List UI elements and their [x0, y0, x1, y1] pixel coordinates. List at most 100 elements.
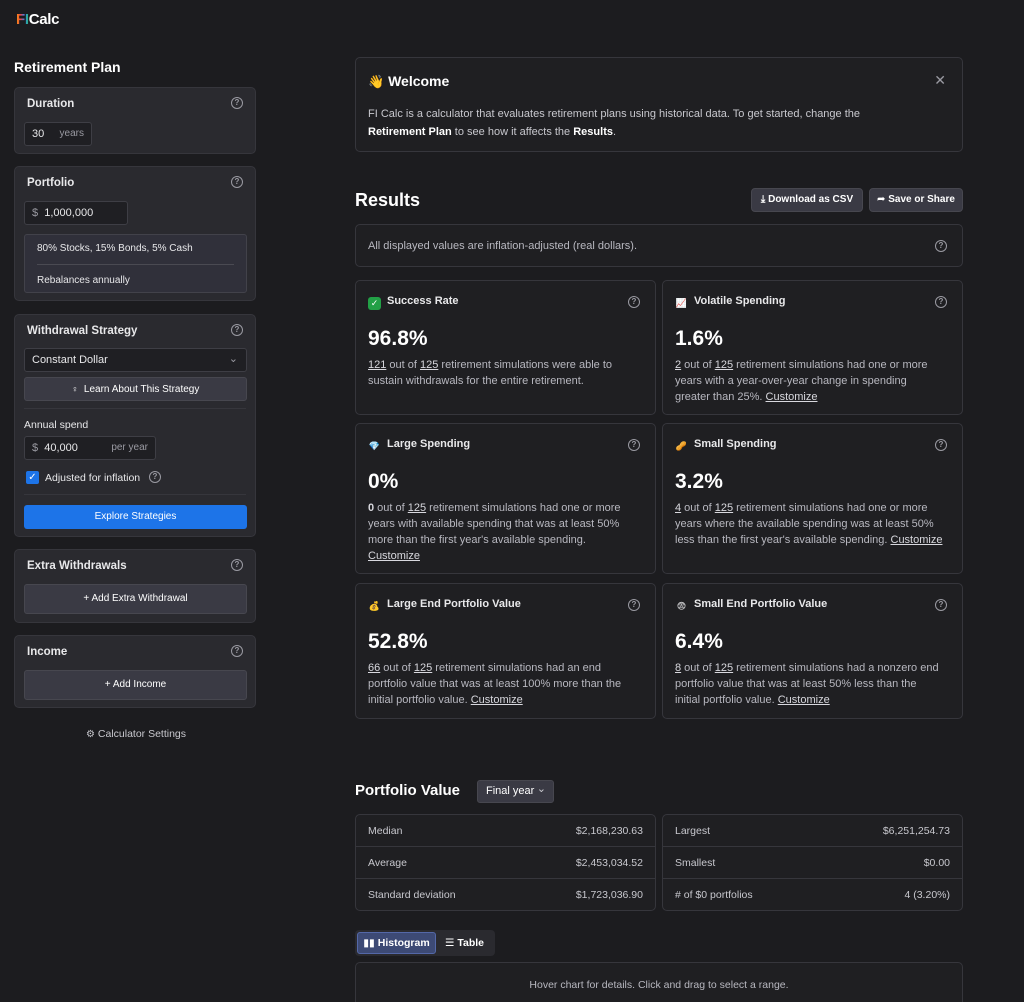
customize-link[interactable]: Customize	[891, 534, 943, 546]
year-select[interactable]: Final year ⌄	[477, 780, 554, 803]
logo-fi: FI	[16, 11, 29, 28]
allocation-box[interactable]: 80% Stocks, 15% Bonds, 5% Cash Rebalance…	[24, 234, 247, 293]
help-icon[interactable]: ?	[231, 645, 243, 657]
divider	[663, 846, 962, 847]
add-extra-withdrawal-button[interactable]: + Add Extra Withdrawal	[24, 584, 247, 614]
count-link[interactable]: 121	[368, 359, 386, 371]
total-link[interactable]: 125	[715, 502, 733, 514]
help-icon[interactable]: ?	[935, 439, 947, 451]
result-card: 💰 Large End Portfolio Value ? 52.8% 66 ou…	[355, 583, 656, 719]
retirement-plan-bold: Retirement Plan	[368, 126, 452, 138]
divider	[663, 878, 962, 879]
stat-row: Median $2,168,230.63	[368, 825, 643, 837]
help-icon[interactable]: ?	[935, 599, 947, 611]
count-link[interactable]: 66	[368, 662, 380, 674]
customize-link[interactable]: Customize	[368, 550, 420, 562]
total-link[interactable]: 125	[715, 359, 733, 371]
results-bold: Results	[573, 126, 613, 138]
save-share-button[interactable]: ➦ Save or Share	[869, 188, 963, 212]
income-title: Income	[27, 646, 68, 658]
result-card-title: ✓ Success Rate	[368, 295, 459, 310]
total-link[interactable]: 125	[414, 662, 432, 674]
tab-histogram[interactable]: ▮▮ Histogram	[357, 932, 436, 954]
annual-spend-label: Annual spend	[24, 419, 89, 431]
help-icon[interactable]: ?	[628, 296, 640, 308]
help-icon[interactable]: ?	[231, 559, 243, 571]
customize-link[interactable]: Customize	[778, 694, 830, 706]
welcome-heading: 👋 Welcome	[368, 73, 450, 89]
stats-right: Largest $6,251,254.73 Smallest $0.00 # of $0…	[662, 814, 963, 911]
annual-spend-unit: per year	[111, 442, 148, 453]
sidebar-title: Retirement Plan	[14, 59, 121, 75]
divider	[24, 408, 246, 409]
help-icon[interactable]: ?	[935, 240, 947, 252]
waving-hand-icon: 👋	[368, 74, 385, 89]
chart-icon: 📈	[675, 298, 688, 308]
withdrawal-title: Withdrawal Strategy	[27, 325, 138, 337]
stat-label: Largest	[675, 825, 711, 837]
bar-chart-icon: ▮▮	[363, 937, 375, 949]
result-card: ✓ Success Rate ? 96.8% 121 out of 125 ret…	[355, 280, 656, 415]
result-card-description: 66 out of 125 retirement simulations had…	[368, 662, 622, 706]
explore-strategies-button[interactable]: Explore Strategies	[24, 505, 247, 529]
check-icon: ✓	[368, 297, 381, 310]
result-card-title: 💰 Large End Portfolio Value	[368, 598, 521, 611]
peanut-icon: 🥜	[675, 441, 688, 451]
help-icon[interactable]: ?	[935, 296, 947, 308]
help-icon[interactable]: ?	[149, 471, 161, 483]
calculator-settings-link[interactable]: ⚙ Calculator Settings	[86, 728, 186, 740]
income-panel: Income ? + Add Income	[14, 635, 256, 708]
close-icon[interactable]: ✕	[934, 72, 946, 89]
lightbulb-icon: ♀	[71, 384, 79, 394]
inflation-note: All displayed values are inflation-adjus…	[355, 224, 963, 267]
result-card: 📈 Volatile Spending ? 1.6% 2 out of 125 r…	[662, 280, 963, 415]
total-link[interactable]: 125	[420, 359, 438, 371]
help-icon[interactable]: ?	[231, 97, 243, 109]
portfolio-value-title: Portfolio Value	[355, 782, 461, 799]
portfolio-input[interactable]: $ 1,000,000	[24, 201, 128, 225]
stat-row: Average $2,453,034.52	[368, 857, 643, 869]
help-icon[interactable]: ?	[628, 599, 640, 611]
tab-table[interactable]: ☰ Table	[445, 932, 493, 954]
help-icon[interactable]: ?	[628, 439, 640, 451]
result-card-value: 52.8%	[368, 630, 428, 653]
strategy-select[interactable]: Constant Dollar ⌄	[24, 348, 247, 372]
chevron-down-icon: ⌄	[536, 783, 546, 795]
histogram-chart[interactable]: Hover chart for details. Click and drag …	[355, 962, 963, 1002]
add-income-button[interactable]: + Add Income	[24, 670, 247, 700]
stat-value: $2,168,230.63	[575, 825, 643, 837]
result-card-description: 8 out of 125 retirement simulations had …	[675, 662, 939, 706]
result-card-title: 📈 Volatile Spending	[675, 295, 786, 308]
result-card: 😨 Small End Portfolio Value ? 6.4% 8 out …	[662, 583, 963, 719]
withdrawal-panel: Withdrawal Strategy ? Constant Dollar ⌄ ♀…	[14, 314, 256, 537]
divider	[356, 846, 655, 847]
result-card-value: 1.6%	[675, 327, 723, 350]
learn-strategy-button[interactable]: ♀ Learn About This Strategy	[24, 377, 247, 401]
result-card-description: 2 out of 125 retirement simulations had …	[675, 359, 928, 403]
app-logo[interactable]: FICalc	[16, 11, 60, 28]
total-link[interactable]: 125	[408, 502, 426, 514]
duration-unit: years	[59, 128, 84, 139]
result-card: 🥜 Small Spending ? 3.2% 4 out of 125 reti…	[662, 423, 963, 574]
result-card-description: 121 out of 125 retirement simulations we…	[368, 359, 612, 387]
chevron-down-icon: ⌄	[228, 353, 238, 365]
result-card: 💎 Large Spending ? 0% 0 out of 125 retire…	[355, 423, 656, 574]
annual-spend-input[interactable]: $ 40,000 per year	[24, 436, 156, 460]
help-icon[interactable]: ?	[231, 176, 243, 188]
stat-row: # of $0 portfolios 4 (3.20%)	[675, 889, 950, 901]
stat-label: Average	[368, 857, 407, 869]
customize-link[interactable]: Customize	[766, 391, 818, 403]
download-csv-button[interactable]: ⤓ Download as CSV	[751, 188, 863, 212]
total-link[interactable]: 125	[715, 662, 733, 674]
result-card-value: 96.8%	[368, 327, 428, 350]
chart-hint: Hover chart for details. Click and drag …	[529, 979, 789, 991]
stat-value: $1,723,036.90	[575, 889, 643, 901]
customize-link[interactable]: Customize	[471, 694, 523, 706]
inflation-checkbox[interactable]: ✓	[26, 471, 39, 484]
duration-input[interactable]: 30 years	[24, 122, 92, 146]
help-icon[interactable]: ?	[231, 324, 243, 336]
duration-title: Duration	[27, 98, 75, 110]
stat-label: Standard deviation	[368, 889, 456, 901]
stat-label: # of $0 portfolios	[675, 889, 753, 901]
stats-left: Median $2,168,230.63 Average $2,453,034.52 S…	[355, 814, 656, 911]
